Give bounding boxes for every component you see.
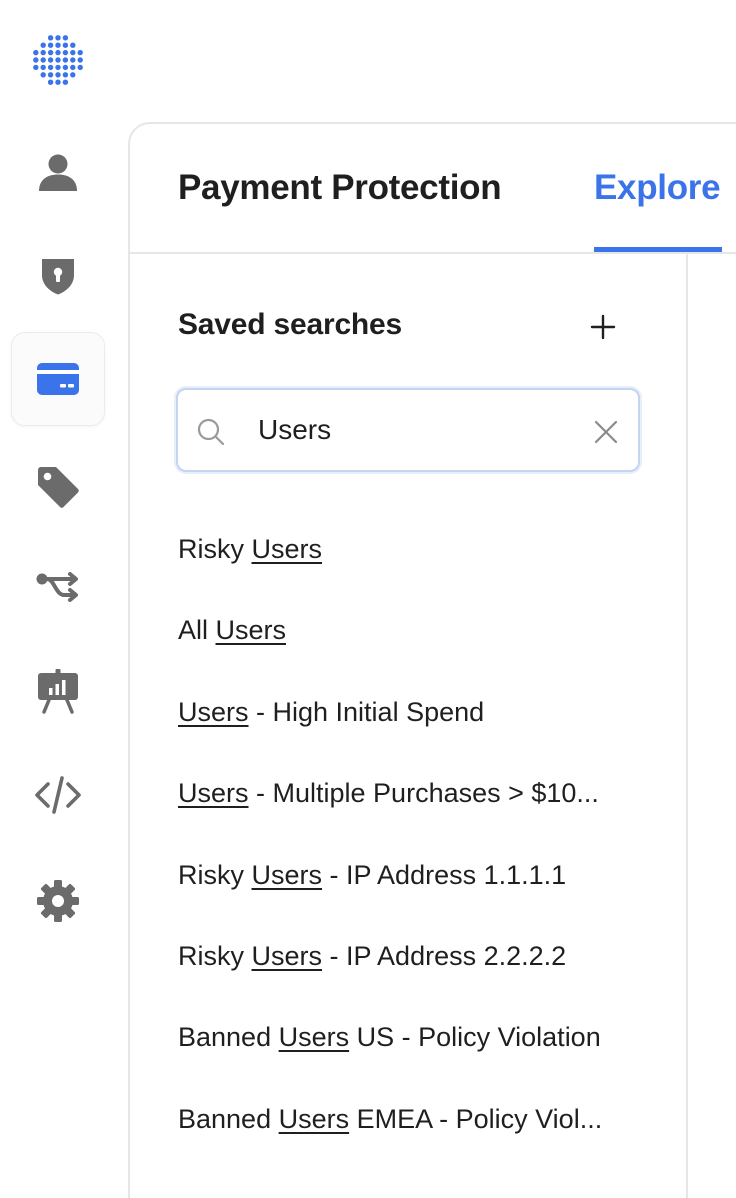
saved-search-text: - Multiple Purchases > $10... [248, 778, 599, 809]
workflow-icon [36, 572, 78, 602]
saved-search-text: All [178, 615, 216, 646]
saved-search-item[interactable]: Banned Users US - Policy Violation [178, 1020, 638, 1101]
saved-search-item[interactable]: Risky Users - IP Address 2.2.2.2 [178, 939, 638, 1020]
match-highlight: Users [251, 534, 323, 564]
main-panel: Payment Protection Explore Saved searche… [128, 122, 736, 1198]
saved-search-text: Banned [178, 1103, 279, 1134]
saved-search-text: EMEA - Policy Viol... [349, 1103, 603, 1134]
nav-item-users[interactable] [11, 124, 105, 218]
close-icon [594, 420, 618, 444]
saved-search-item[interactable]: Users - High Initial Spend [178, 695, 638, 776]
tab-explore[interactable]: Explore [594, 168, 721, 208]
gear-icon [37, 880, 79, 922]
shield-lock-icon [42, 259, 74, 295]
sidebar-divider [686, 254, 688, 1198]
presentation-chart-icon [38, 669, 78, 714]
saved-search-item[interactable]: Banned Users EMEA - Policy Viol... [178, 1102, 638, 1183]
search-icon [197, 418, 225, 446]
match-highlight: Users [278, 1103, 350, 1134]
match-highlight: Users [215, 615, 287, 646]
plus-icon [590, 314, 616, 340]
saved-search-text: - High Initial Spend [248, 696, 485, 727]
saved-search-text: - IP Address 2.2.2.2 [322, 940, 567, 971]
dotted-logo-icon[interactable] [30, 32, 86, 88]
saved-search-text: Banned [178, 1022, 279, 1053]
saved-searches-title: Saved searches [178, 308, 403, 341]
code-icon [35, 776, 81, 814]
nav-item-payments[interactable] [11, 332, 105, 426]
saved-search-item[interactable]: All Users [178, 613, 638, 694]
saved-search-item[interactable]: Risky Users - IP Address 1.1.1.1 [178, 858, 638, 939]
saved-search-text: Risky [178, 534, 252, 564]
clear-search-button[interactable] [592, 418, 620, 446]
search-input[interactable] [258, 408, 588, 452]
match-highlight: Users [251, 859, 323, 890]
active-tab-indicator [594, 247, 722, 252]
saved-search-item[interactable]: Users - Multiple Purchases > $10... [178, 776, 638, 857]
nav-item-reports[interactable] [11, 644, 105, 738]
tag-icon [38, 467, 79, 508]
saved-search-text: US - Policy Violation [349, 1022, 601, 1053]
saved-search-item[interactable]: Risky Users [178, 532, 638, 613]
nav-item-developers[interactable] [11, 748, 105, 842]
add-saved-search-button[interactable] [586, 310, 620, 344]
saved-search-text: Risky [178, 859, 252, 890]
tab-payment-protection[interactable]: Payment Protection [178, 168, 502, 208]
nav-item-security[interactable] [11, 228, 105, 322]
app-root: Payment Protection Explore Saved searche… [0, 0, 736, 1198]
user-icon [39, 154, 77, 191]
match-highlight: Users [278, 1022, 350, 1053]
nav-item-tags[interactable] [11, 440, 105, 534]
match-highlight: Users [178, 696, 249, 727]
tab-bar: Payment Protection Explore [130, 124, 736, 254]
credit-card-icon [37, 363, 79, 395]
nav-item-settings[interactable] [11, 854, 105, 948]
nav-item-workflows[interactable] [11, 540, 105, 634]
saved-search-text: Risky [178, 940, 252, 971]
saved-search-text: - IP Address 1.1.1.1 [322, 859, 567, 890]
saved-search-filter[interactable] [176, 388, 640, 472]
match-highlight: Users [251, 940, 323, 971]
match-highlight: Users [178, 778, 249, 809]
saved-search-results: Risky Users All Users Users - High Initial… [178, 532, 638, 1183]
